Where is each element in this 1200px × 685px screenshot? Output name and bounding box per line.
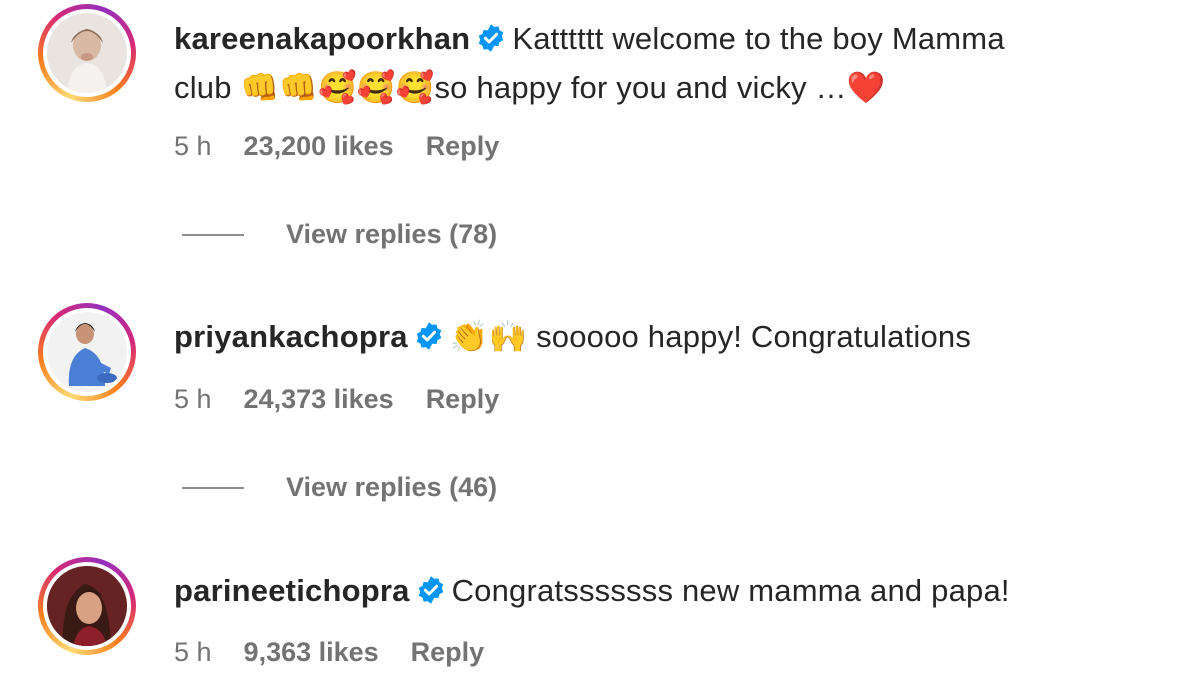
emoji-group: 👊👊🥰🥰🥰 <box>240 70 435 106</box>
username[interactable]: parineetichopra <box>174 573 410 608</box>
story-ring[interactable] <box>38 4 136 102</box>
emoji-group: 👏🙌 <box>449 319 528 355</box>
comment-body-prefix: club <box>174 70 241 105</box>
comment-text: priyankachopra 👏🙌 sooooo happy! Congratul… <box>174 314 1174 363</box>
comment-body: sooooo happy! Congratulations <box>527 319 972 354</box>
comment-body-suffix: so happy for you and vicky … <box>434 70 847 105</box>
likes-count[interactable]: 23,200 likes <box>244 131 394 162</box>
reply-button[interactable]: Reply <box>426 384 500 415</box>
reply-button[interactable]: Reply <box>426 131 500 162</box>
comment-text: parineetichopra Congratsssssss new mamma … <box>174 568 1174 617</box>
view-replies-divider <box>182 233 244 236</box>
avatar[interactable] <box>47 13 127 93</box>
avatar-image <box>47 13 127 93</box>
comment-body-line1: Katttttt welcome to the boy Mamma <box>512 21 1005 56</box>
comment-meta: 5 h 9,363 likes Reply <box>174 637 484 668</box>
avatar-image <box>47 566 127 646</box>
avatar-frame <box>43 562 131 650</box>
story-ring[interactable] <box>38 557 136 655</box>
view-replies-button[interactable]: View replies (78) <box>182 219 497 250</box>
story-ring[interactable] <box>38 303 136 401</box>
comment-time[interactable]: 5 h <box>174 637 212 668</box>
likes-count[interactable]: 24,373 likes <box>244 384 394 415</box>
comment-time[interactable]: 5 h <box>174 384 212 415</box>
username[interactable]: kareenakapoorkhan <box>174 21 470 56</box>
comment-meta: 5 h 23,200 likes Reply <box>174 131 499 162</box>
comment-body: Congratsssssss new mamma and papa! <box>451 573 1010 608</box>
avatar-frame <box>43 9 131 97</box>
avatar[interactable] <box>47 566 127 646</box>
reply-button[interactable]: Reply <box>411 637 485 668</box>
avatar-frame <box>43 308 131 396</box>
comment-time[interactable]: 5 h <box>174 131 212 162</box>
avatar-image <box>47 312 127 392</box>
view-replies-divider <box>182 486 244 489</box>
comment-text: kareenakapoorkhan Katttttt welcome to the… <box>174 16 1174 111</box>
comment-meta: 5 h 24,373 likes Reply <box>174 384 499 415</box>
view-replies-label: View replies (78) <box>286 219 498 249</box>
likes-count[interactable]: 9,363 likes <box>244 637 379 668</box>
verified-badge-icon <box>416 572 446 617</box>
verified-badge-icon <box>414 318 444 363</box>
verified-badge-icon <box>476 20 506 65</box>
avatar[interactable] <box>47 312 127 392</box>
heart-emoji: ❤️ <box>846 70 886 106</box>
view-replies-label: View replies (46) <box>286 472 498 502</box>
username[interactable]: priyankachopra <box>174 319 408 354</box>
view-replies-button[interactable]: View replies (46) <box>182 472 497 503</box>
